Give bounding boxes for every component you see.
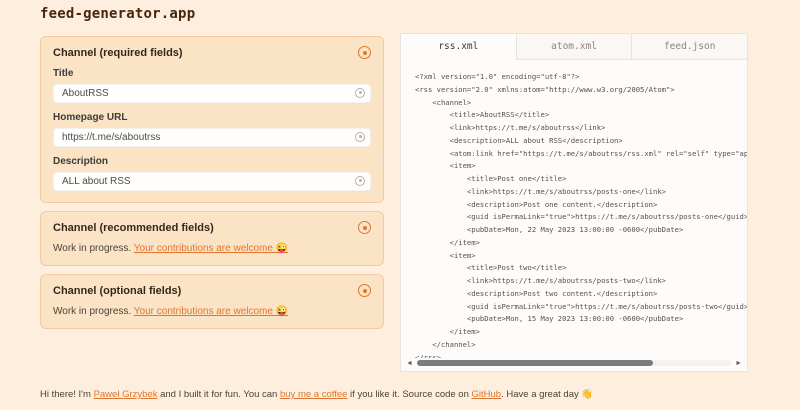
footer-text: if you like it. Source code on	[347, 389, 471, 400]
info-icon	[355, 176, 365, 186]
info-icon	[355, 88, 365, 98]
info-icon	[355, 132, 365, 142]
tab-atom-xml[interactable]: atom.xml	[517, 34, 633, 60]
description-input[interactable]	[53, 172, 371, 191]
panel-optional-title: Channel (optional fields)	[53, 285, 181, 297]
panel-recommended-title: Channel (recommended fields)	[53, 222, 214, 234]
title-input-wrap	[53, 83, 371, 103]
panel-required-title: Channel (required fields)	[53, 47, 183, 59]
work-in-progress-text: Work in progress.	[53, 306, 134, 317]
form-column: Channel (required fields) Title Homepage…	[40, 36, 384, 329]
scroll-right-arrow-icon[interactable]: ►	[735, 360, 742, 367]
contributions-link[interactable]: Your contributions are welcome 😜	[134, 306, 288, 317]
scrollbar-track[interactable]	[417, 360, 731, 366]
expand-toggle-icon[interactable]	[358, 284, 371, 297]
scrollbar-thumb[interactable]	[417, 360, 653, 366]
panel-required-header: Channel (required fields)	[53, 46, 371, 59]
panel-channel-optional: Channel (optional fields) Work in progre…	[40, 274, 384, 329]
author-link[interactable]: Paweł Grzybek	[94, 389, 158, 400]
panel-recommended-body: Work in progress. Your contributions are…	[53, 243, 371, 254]
footer-text: and I built it for fun. You can	[157, 389, 280, 400]
github-link[interactable]: GitHub	[472, 389, 502, 400]
panel-channel-required: Channel (required fields) Title Homepage…	[40, 36, 384, 203]
description-field-label: Description	[53, 156, 371, 167]
buy-me-a-coffee-link[interactable]: buy me a coffee	[280, 389, 347, 400]
tab-feed-json[interactable]: feed.json	[632, 34, 747, 60]
expand-toggle-icon[interactable]	[358, 221, 371, 234]
contributions-link[interactable]: Your contributions are welcome 😜	[134, 243, 288, 254]
feed-code-output: <?xml version="1.0" encoding="utf-8"?> <…	[401, 60, 747, 358]
footer-outro-text: . Have a great day 👋	[501, 389, 593, 400]
description-input-wrap	[53, 171, 371, 191]
panel-channel-recommended: Channel (recommended fields) Work in pro…	[40, 211, 384, 266]
title-field-label: Title	[53, 68, 371, 79]
footer: Hi there! I'm Paweł Grzybek and I built …	[40, 389, 593, 400]
scroll-left-arrow-icon[interactable]: ◄	[406, 360, 413, 367]
tab-rss-xml[interactable]: rss.xml	[401, 34, 517, 60]
preview-tab-bar: rss.xml atom.xml feed.json	[401, 34, 747, 60]
horizontal-scrollbar: ◄ ►	[401, 358, 747, 371]
title-input[interactable]	[53, 84, 371, 103]
footer-intro-text: Hi there! I'm	[40, 389, 94, 400]
homepage-url-input[interactable]	[53, 128, 371, 147]
panel-recommended-header: Channel (recommended fields)	[53, 221, 371, 234]
panel-optional-header: Channel (optional fields)	[53, 284, 371, 297]
homepage-url-input-wrap	[53, 127, 371, 147]
feed-preview-panel: rss.xml atom.xml feed.json <?xml version…	[400, 33, 748, 372]
page-title: feed-generator.app	[40, 6, 195, 22]
panel-optional-body: Work in progress. Your contributions are…	[53, 306, 371, 317]
collapse-toggle-icon[interactable]	[358, 46, 371, 59]
work-in-progress-text: Work in progress.	[53, 243, 134, 254]
homepage-url-field-label: Homepage URL	[53, 112, 371, 123]
